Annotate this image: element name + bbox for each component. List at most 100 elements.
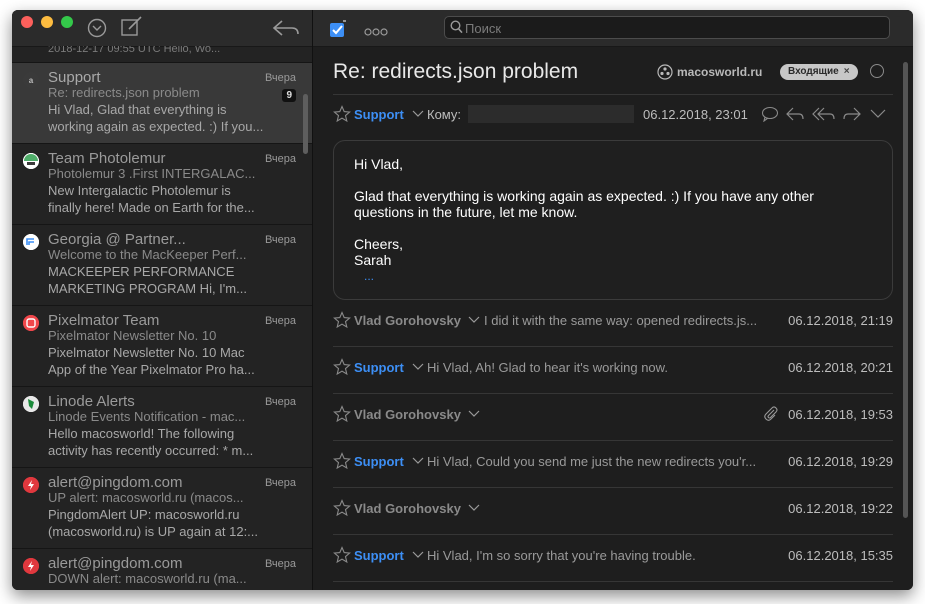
star-icon[interactable] <box>333 546 351 567</box>
chevron-down-icon[interactable] <box>412 108 424 123</box>
list-item[interactable]: alert@pingdom.com Вчера DOWN alert: maco… <box>12 549 312 590</box>
star-icon[interactable] <box>333 499 351 520</box>
left-toolbar <box>12 10 312 47</box>
sender-name: Vlad Gorohovsky <box>354 407 461 422</box>
reply-icon[interactable] <box>785 106 805 125</box>
message-view-scrollbar[interactable] <box>903 62 908 518</box>
message-preview: MACKEEPER PERFORMANCE MARKETING PROGRAM … <box>48 264 247 296</box>
pixelmator-avatar <box>23 315 39 331</box>
list-item[interactable]: Team Photolemur Вчера Photolemur 3 .Firs… <box>12 144 312 225</box>
message-date: Вчера <box>264 558 296 570</box>
message-date: Вчера <box>264 396 296 408</box>
mackeeper-avatar <box>23 234 39 250</box>
thread-row[interactable]: Support Hi Vlad, Could you send me just … <box>333 452 893 473</box>
zoom-window-button[interactable] <box>61 16 73 28</box>
speech-bubble-icon[interactable] <box>761 106 779 125</box>
sender-name: Georgia @ Partner... <box>48 231 186 248</box>
compose-icon[interactable] <box>120 16 144 43</box>
divider <box>333 94 893 95</box>
message-preview: New Intergalactic Photolemur is finally … <box>48 183 255 215</box>
sender-name: Vlad Gorohovsky <box>354 313 461 328</box>
star-icon[interactable] <box>333 105 351 126</box>
thread-row[interactable]: Support Hi Vlad, I'm so sorry that you'r… <box>333 546 893 567</box>
message-subject: DOWN alert: macosworld.ru (ma... <box>48 571 247 586</box>
account-name: macosworld.ru <box>677 65 763 79</box>
thread-date: 06.12.2018, 19:53 <box>788 407 893 422</box>
checkbox-icon[interactable] <box>329 20 347 43</box>
message-list: 2018-12-17 09:55 UTC Hello, Wo... a Supp… <box>12 46 312 590</box>
sender-name: Linode Alerts <box>48 393 135 410</box>
sender-name: Support <box>354 454 404 469</box>
list-item[interactable]: alert@pingdom.com Вчера UP alert: macosw… <box>12 468 312 549</box>
chevron-down-icon[interactable] <box>412 549 424 564</box>
mailbox-tag[interactable]: Входящие × <box>780 64 858 80</box>
star-icon[interactable] <box>333 311 351 332</box>
photolemur-avatar <box>23 153 39 169</box>
sender-name: Support <box>354 548 404 563</box>
show-quoted-button[interactable]: ... <box>354 268 872 284</box>
thread-row[interactable]: Support Hi Vlad, Ah! Glad to hear it's w… <box>333 358 893 379</box>
linode-avatar <box>23 396 39 412</box>
site-logo-icon <box>657 64 673 80</box>
status-circle-button[interactable] <box>870 64 884 78</box>
message-header: Support Кому: 06.12.2018, 23:01 <box>333 105 893 126</box>
body-closing: Cheers, <box>354 236 404 252</box>
chevron-down-icon[interactable] <box>412 455 424 470</box>
star-icon[interactable] <box>333 452 351 473</box>
message-title: Re: redirects.json problem <box>333 60 579 83</box>
chevron-down-icon[interactable] <box>412 361 424 376</box>
message-date: Вчера <box>264 72 296 84</box>
body-greeting: Hi Vlad, <box>354 156 404 172</box>
account-label: macosworld.ru <box>657 64 762 80</box>
paperclip-icon <box>763 406 779 425</box>
sender-name[interactable]: Support <box>354 107 404 122</box>
close-window-button[interactable] <box>21 16 33 28</box>
message-list-scrollbar[interactable] <box>303 94 308 154</box>
message-subject: Pixelmator Newsletter No. 10 <box>48 328 217 343</box>
thread-date: 06.12.2018, 20:21 <box>788 360 893 375</box>
forward-icon[interactable] <box>842 106 862 125</box>
search-input[interactable] <box>463 18 877 39</box>
message-date: Вчера <box>264 234 296 246</box>
list-item[interactable]: Pixelmator Team Вчера Pixelmator Newslet… <box>12 306 312 387</box>
message-date: 06.12.2018, 23:01 <box>643 107 748 122</box>
message-view-pane: Re: redirects.json problem macosworld.ru… <box>313 10 913 590</box>
sender-name: Team Photolemur <box>48 150 166 167</box>
star-icon[interactable] <box>333 358 351 379</box>
thread-row[interactable]: Vlad Gorohovsky I did it with the same w… <box>333 311 893 332</box>
minimize-window-button[interactable] <box>41 16 53 28</box>
get-mail-icon[interactable] <box>86 17 108 44</box>
list-item-partial[interactable]: 2018-12-17 09:55 UTC Hello, Wo... <box>12 46 312 63</box>
divider <box>333 487 893 488</box>
reply-icon[interactable] <box>272 18 300 43</box>
message-preview: Pixelmator Newsletter No. 10 Mac App of … <box>48 345 255 377</box>
thread-row[interactable]: Vlad Gorohovsky 06.12.2018, 19:53 <box>333 405 893 426</box>
chevron-down-icon[interactable] <box>468 314 480 329</box>
list-item[interactable]: Georgia @ Partner... Вчера Welcome to th… <box>12 225 312 306</box>
star-icon[interactable] <box>333 405 351 426</box>
avatar: a <box>23 72 39 88</box>
sender-name: Vlad Gorohovsky <box>354 501 461 516</box>
chevron-down-icon[interactable] <box>468 502 480 517</box>
remove-tag-icon[interactable]: × <box>844 66 850 77</box>
body-signature: Sarah <box>354 252 392 268</box>
thread-snippet: Hi Vlad, Could you send me just the new … <box>427 454 757 469</box>
message-subject: Welcome to the MacKeeper Perf... <box>48 247 247 262</box>
right-toolbar <box>313 10 913 47</box>
reply-all-icon[interactable] <box>812 106 836 125</box>
thread-snippet: I did it with the same way: opened redir… <box>484 313 758 328</box>
more-options-icon[interactable] <box>364 23 388 41</box>
list-item[interactable]: a Support Вчера Re: redirects.json probl… <box>12 63 312 144</box>
divider <box>333 393 893 394</box>
search-field[interactable] <box>444 16 890 39</box>
list-item[interactable]: Linode Alerts Вчера Linode Events Notifi… <box>12 387 312 468</box>
chevron-down-icon[interactable] <box>468 408 480 423</box>
thread-count-badge: 9 <box>282 89 296 102</box>
chevron-down-icon[interactable] <box>870 106 886 123</box>
message-preview: Hello macosworld! The following activity… <box>48 426 254 458</box>
thread-row[interactable]: Vlad Gorohovsky 06.12.2018, 19:22 <box>333 499 893 520</box>
thread-snippet: Hi Vlad, I'm so sorry that you're having… <box>427 548 696 563</box>
message-subject: Re: redirects.json problem <box>48 85 200 100</box>
message-date: Вчера <box>264 315 296 327</box>
divider <box>333 346 893 347</box>
